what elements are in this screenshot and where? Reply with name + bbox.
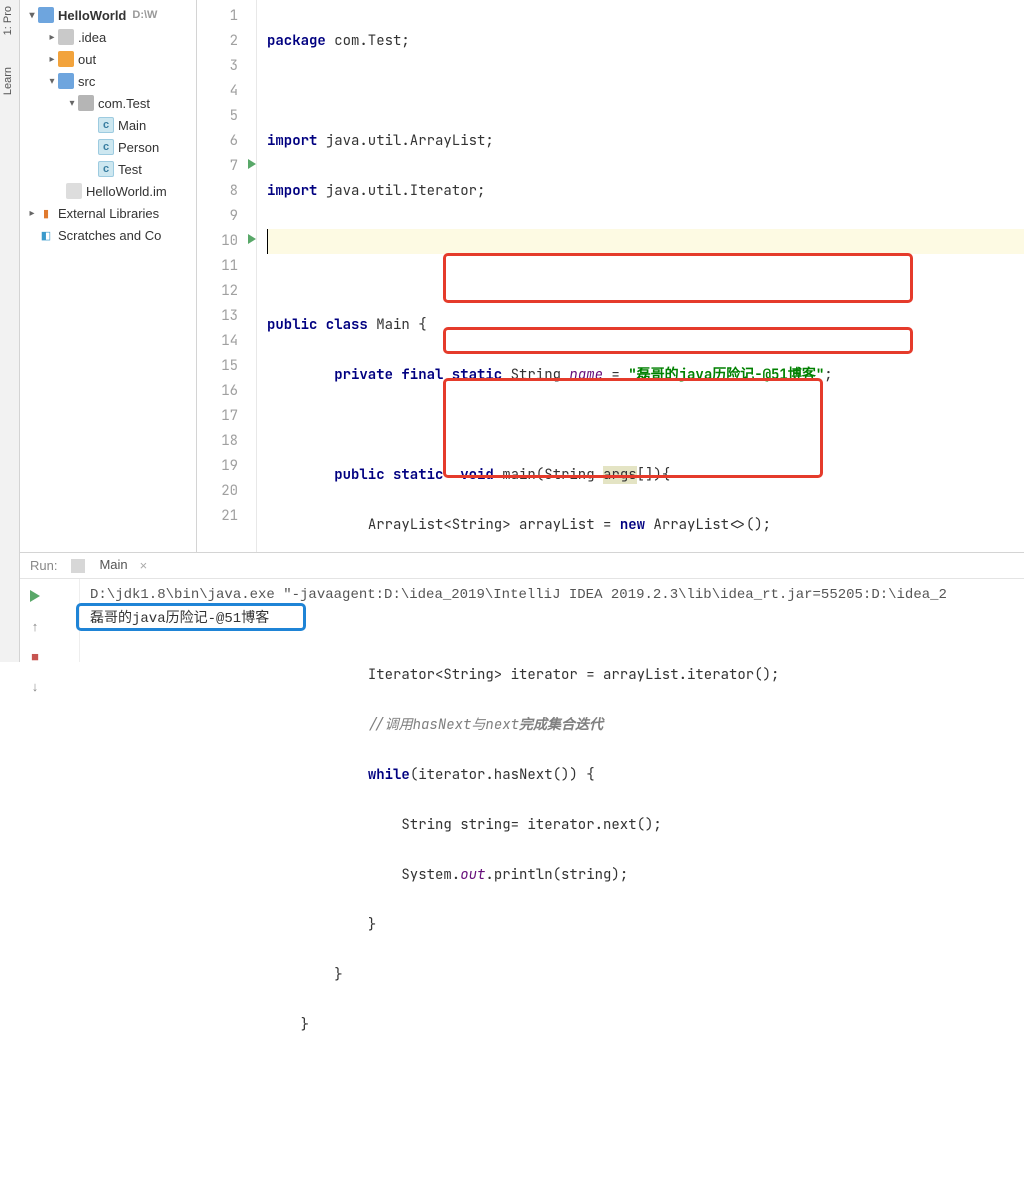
run-cmd-line: D:\jdk1.8\bin\java.exe "-javaagent:D:\id… xyxy=(90,587,1014,603)
rerun-button[interactable] xyxy=(24,585,46,607)
scratches-icon: ◧ xyxy=(38,227,54,243)
run-panel: Run: Main × ↑ ■ ↓ D:\jdk1.8\bin\java.exe… xyxy=(20,552,1024,662)
chevron-down-icon[interactable]: ▾ xyxy=(66,98,78,109)
file-icon xyxy=(66,183,82,199)
run-gutter-icon[interactable] xyxy=(248,234,256,244)
tree-item-idea[interactable]: ▸.idea xyxy=(20,26,196,48)
tree-item-iml[interactable]: HelloWorld.im xyxy=(20,180,196,202)
tree-item-class[interactable]: cTest xyxy=(20,158,196,180)
run-output-line: 磊哥的java历险记-@51博客 xyxy=(90,607,1014,627)
project-icon xyxy=(38,7,54,23)
class-icon: c xyxy=(98,161,114,177)
chevron-right-icon[interactable]: ▸ xyxy=(46,32,58,43)
left-tool-strip: 1: Pro Learn xyxy=(0,0,20,662)
tree-root-path: D:\W xyxy=(132,9,157,21)
chevron-right-icon[interactable]: ▸ xyxy=(26,208,38,219)
library-icon: ▮ xyxy=(38,205,54,221)
learn-tool-tab[interactable]: Learn xyxy=(0,61,16,101)
source-folder-icon xyxy=(58,73,74,89)
run-panel-header: Run: Main × xyxy=(20,553,1024,579)
tree-external-libs[interactable]: ▸▮External Libraries xyxy=(20,202,196,224)
run-config-icon xyxy=(71,559,85,573)
tree-scratches[interactable]: ◧Scratches and Co xyxy=(20,224,196,246)
editor-gutter[interactable]: 123456 7 89 10 1112131415161718192021 xyxy=(197,0,257,552)
run-gutter-icon[interactable] xyxy=(248,159,256,169)
folder-icon xyxy=(58,51,74,67)
tree-item-package[interactable]: ▾com.Test xyxy=(20,92,196,114)
stop-button[interactable]: ■ xyxy=(24,645,46,667)
project-tool-tab[interactable]: 1: Pro xyxy=(0,0,16,41)
up-button[interactable]: ↑ xyxy=(24,615,46,637)
package-icon xyxy=(78,95,94,111)
class-icon: c xyxy=(98,139,114,155)
run-output[interactable]: D:\jdk1.8\bin\java.exe "-javaagent:D:\id… xyxy=(80,579,1024,662)
folder-icon xyxy=(58,29,74,45)
tree-item-class[interactable]: cPerson xyxy=(20,136,196,158)
caret-line xyxy=(267,229,1024,254)
run-tab[interactable]: Main xyxy=(91,553,135,578)
chevron-down-icon[interactable]: ▾ xyxy=(46,76,58,87)
chevron-down-icon[interactable]: ▾ xyxy=(26,10,38,21)
code-editor[interactable]: 123456 7 89 10 1112131415161718192021 pa… xyxy=(197,0,1024,552)
tree-item-out[interactable]: ▸out xyxy=(20,48,196,70)
run-label: Run: xyxy=(30,558,57,573)
tree-item-class[interactable]: cMain xyxy=(20,114,196,136)
main-area: ▾ HelloWorld D:\W ▸.idea ▸out ▾src ▾com.… xyxy=(20,0,1024,552)
tree-item-src[interactable]: ▾src xyxy=(20,70,196,92)
run-toolbar: ↑ ■ ↓ xyxy=(20,579,80,662)
class-icon: c xyxy=(98,117,114,133)
tree-root-label: HelloWorld xyxy=(58,8,126,23)
tree-root[interactable]: ▾ HelloWorld D:\W xyxy=(20,4,196,26)
down-button[interactable]: ↓ xyxy=(24,675,46,697)
close-tab-icon[interactable]: × xyxy=(140,558,148,573)
project-tree[interactable]: ▾ HelloWorld D:\W ▸.idea ▸out ▾src ▾com.… xyxy=(20,0,197,552)
chevron-right-icon[interactable]: ▸ xyxy=(46,54,58,65)
code-area[interactable]: package com.Test; import java.util.Array… xyxy=(257,0,1024,552)
